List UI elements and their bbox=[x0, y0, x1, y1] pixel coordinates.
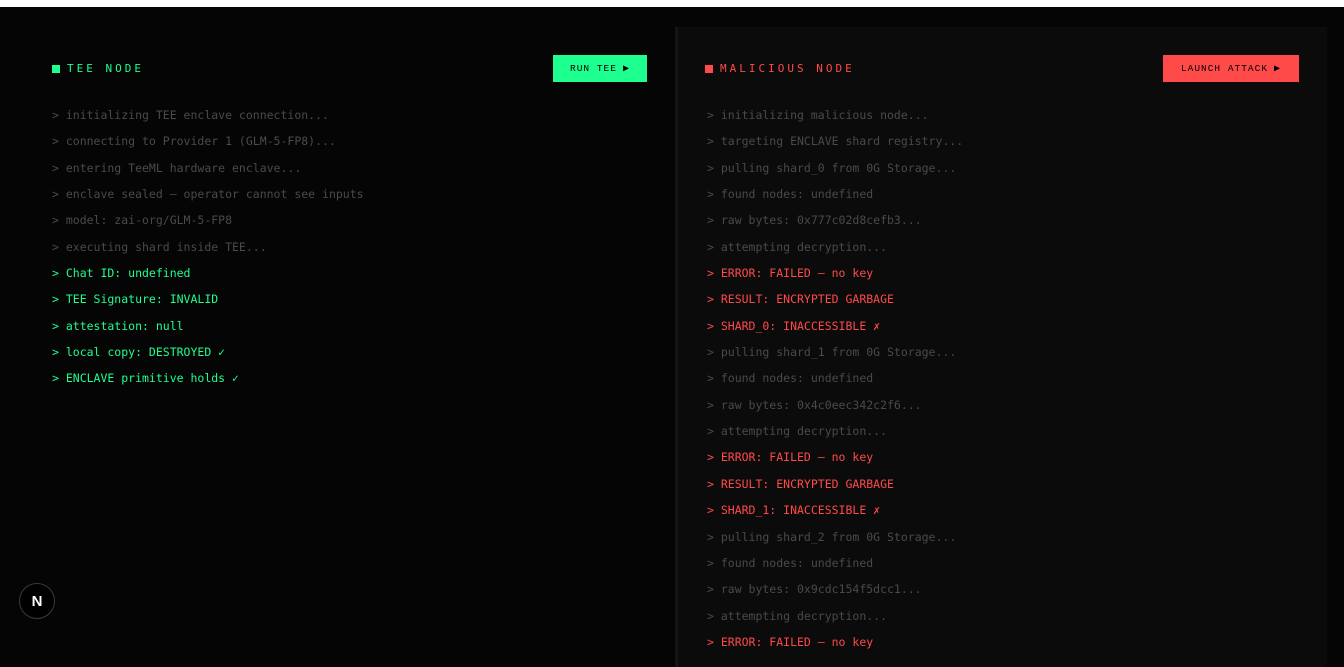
log-line: > Chat ID: undefined bbox=[52, 266, 191, 281]
log-line: > entering TeeML hardware enclave... bbox=[52, 160, 302, 175]
log-line: > connecting to Provider 1 (GLM-5-FP8)..… bbox=[52, 134, 336, 149]
log-line: > found nodes: undefined bbox=[707, 371, 874, 386]
run-tee-button[interactable]: RUN TEE ▶ bbox=[553, 55, 647, 82]
tee-node-log: > initializing TEE enclave connection...… bbox=[52, 102, 364, 392]
log-line: > raw bytes: 0x4c0eec342c2f6... bbox=[707, 397, 922, 412]
log-line: > enclave sealed — operator cannot see i… bbox=[52, 187, 364, 202]
green-square-icon bbox=[52, 64, 60, 73]
play-icon: ▶ bbox=[622, 63, 630, 75]
log-line: > TEE Signature: INVALID bbox=[52, 292, 219, 307]
log-line: > ENCLAVE primitive holds ✓ bbox=[52, 371, 239, 386]
log-line: > raw bytes: 0x777c02d8cefb3... bbox=[707, 213, 922, 228]
log-line: > attempting decryption... bbox=[707, 424, 888, 439]
log-line: > ERROR: FAILED — no key bbox=[707, 266, 874, 281]
badge-letter: N bbox=[31, 592, 43, 610]
log-line: > raw bytes: 0x9cdc154f5dcc1... bbox=[707, 582, 922, 597]
red-square-icon bbox=[705, 64, 713, 73]
log-line: > pulling shard_2 from 0G Storage... bbox=[707, 529, 957, 544]
malicious-node-title: MALICIOUS NODE bbox=[720, 62, 855, 75]
log-line: > initializing TEE enclave connection... bbox=[52, 108, 329, 122]
log-line: > found nodes: undefined bbox=[707, 555, 874, 570]
log-line: > local copy: DESTROYED ✓ bbox=[52, 345, 226, 360]
log-line: > attempting decryption... bbox=[707, 608, 888, 623]
tee-node-panel: TEE NODE RUN TEE ▶ > initializing TEE en… bbox=[0, 27, 675, 667]
log-line: > targeting ENCLAVE shard registry... bbox=[707, 134, 964, 149]
log-line: > attestation: null bbox=[52, 318, 184, 333]
nextjs-logo-icon[interactable]: N bbox=[19, 583, 55, 619]
run-tee-label: RUN TEE bbox=[570, 63, 617, 74]
top-bar bbox=[0, 0, 1344, 7]
malicious-node-header: MALICIOUS NODE LAUNCH ATTACK ▶ bbox=[705, 55, 1299, 82]
log-line: > RESULT: ENCRYPTED GARBAGE bbox=[707, 292, 894, 307]
log-line: > attempting decryption... bbox=[707, 239, 888, 254]
log-line: > RESULT: ENCRYPTED GARBAGE bbox=[707, 476, 894, 491]
log-line: > executing shard inside TEE... bbox=[52, 239, 267, 254]
launch-attack-label: LAUNCH ATTACK bbox=[1180, 63, 1269, 74]
log-line: > SHARD_0: INACCESSIBLE ✗ bbox=[707, 318, 881, 333]
malicious-node-log: > initializing malicious node... > target… bbox=[707, 102, 963, 655]
log-line: > pulling shard_0 from 0G Storage... bbox=[707, 160, 957, 175]
log-line: > model: zai-org/GLM-5-FP8 bbox=[52, 213, 233, 228]
log-line: > SHARD_1: INACCESSIBLE ✗ bbox=[707, 503, 881, 518]
log-line: > ERROR: FAILED — no key bbox=[707, 634, 874, 649]
tee-node-title: TEE NODE bbox=[67, 62, 144, 75]
tee-node-title-wrap: TEE NODE bbox=[52, 62, 553, 75]
malicious-node-title-wrap: MALICIOUS NODE bbox=[705, 62, 1163, 75]
play-icon: ▶ bbox=[1274, 63, 1282, 75]
launch-attack-button[interactable]: LAUNCH ATTACK ▶ bbox=[1163, 55, 1299, 82]
tee-node-header: TEE NODE RUN TEE ▶ bbox=[52, 55, 647, 82]
log-line: > pulling shard_1 from 0G Storage... bbox=[707, 345, 957, 360]
log-line: > found nodes: undefined bbox=[707, 187, 874, 202]
malicious-node-panel: MALICIOUS NODE LAUNCH ATTACK ▶ > initial… bbox=[675, 27, 1327, 667]
log-line: > initializing malicious node... bbox=[707, 108, 929, 122]
log-line: > ERROR: FAILED — no key bbox=[707, 450, 874, 465]
